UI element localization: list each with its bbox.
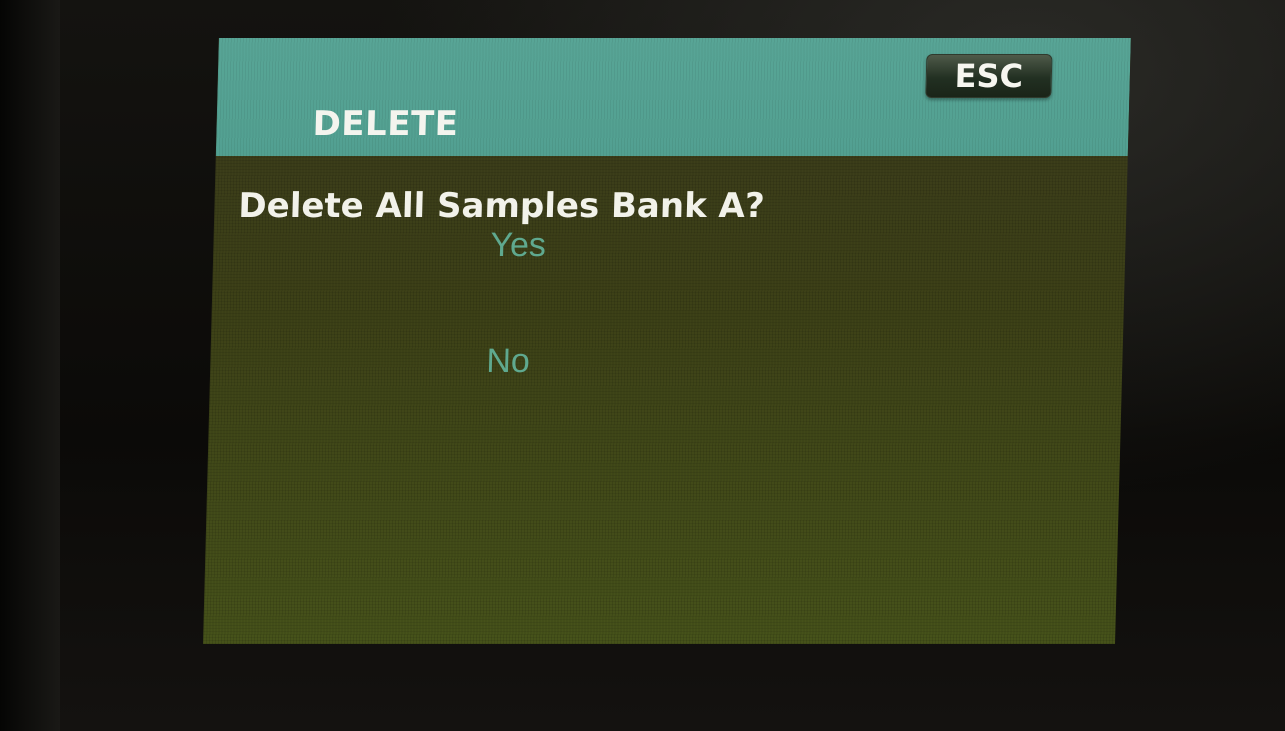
- device-bezel: [0, 0, 60, 731]
- device-body: DELETE ESC Delete All Samples Bank A? Ye…: [0, 0, 1285, 731]
- page-title: DELETE: [312, 104, 459, 144]
- confirm-question: Delete All Samples Bank A?: [237, 186, 766, 226]
- option-yes[interactable]: Yes: [490, 226, 546, 265]
- lcd-screen: DELETE ESC Delete All Samples Bank A? Ye…: [203, 38, 1131, 644]
- option-no[interactable]: No: [486, 342, 530, 381]
- esc-button[interactable]: ESC: [925, 54, 1053, 98]
- header-bar: DELETE ESC: [215, 38, 1131, 156]
